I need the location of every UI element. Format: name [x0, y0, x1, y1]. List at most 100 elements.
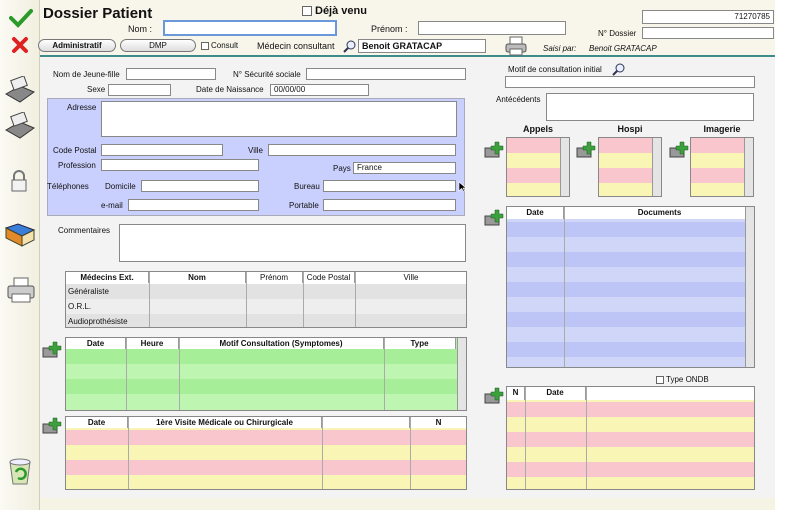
secu-input[interactable] [306, 68, 466, 80]
col-header [586, 387, 754, 400]
documents-scrollbar[interactable] [745, 207, 754, 367]
appels-list[interactable] [506, 137, 570, 197]
nom-jf-input[interactable] [126, 68, 216, 80]
add-ondb-icon[interactable] [483, 386, 504, 404]
consult-checkbox[interactable] [201, 42, 209, 50]
recycle-bin-icon[interactable] [6, 454, 34, 488]
secu-label: N° Sécurité sociale [233, 70, 301, 79]
domicile-input[interactable] [141, 180, 259, 192]
profession-input[interactable] [101, 159, 259, 171]
medecin-value[interactable]: Benoit GRATACAP [358, 39, 486, 53]
portable-input[interactable] [323, 199, 456, 211]
col-divider [322, 417, 323, 489]
dossier-input[interactable] [642, 27, 774, 39]
col-header: Date [66, 338, 126, 349]
hospi-list[interactable] [598, 137, 662, 197]
printer-icon[interactable] [6, 276, 36, 306]
right-margin [775, 0, 798, 510]
footer-band [40, 498, 775, 510]
table-row[interactable] [66, 379, 458, 394]
nom-jf-label: Nom de Jeune-fille [53, 70, 120, 79]
commentaires-input[interactable] [119, 224, 466, 262]
antecedents-input[interactable] [546, 93, 754, 121]
portable-label: Portable [289, 201, 319, 210]
col-divider [384, 338, 385, 410]
dob-input[interactable]: 00/00/00 [270, 84, 369, 96]
email-input[interactable] [128, 199, 259, 211]
motif-input[interactable] [505, 76, 755, 88]
page-title: Dossier Patient [43, 5, 153, 22]
nom-label: Nom : [128, 24, 153, 34]
scanner-icon[interactable] [4, 75, 36, 106]
add-document-icon[interactable] [483, 208, 504, 226]
pays-label: Pays [333, 164, 351, 173]
col-header: Nom [149, 272, 246, 283]
col-header: Type [384, 338, 456, 349]
print-header-icon[interactable] [505, 36, 527, 58]
table-row[interactable] [66, 394, 458, 410]
pays-input[interactable]: France [353, 162, 456, 174]
table-row[interactable]: Généraliste [66, 284, 466, 299]
col-divider [355, 272, 356, 327]
consult-scrollbar[interactable] [457, 338, 466, 410]
row-label: O.R.L. [68, 302, 92, 311]
col-header: N [507, 387, 525, 400]
commentaires-label: Commentaires [58, 226, 111, 235]
hospi-title: Hospi [617, 124, 643, 134]
domicile-label: Domicile [105, 182, 136, 191]
antecedents-label: Antécédents [496, 95, 541, 104]
col-header: Date [66, 417, 128, 428]
appels-scrollbar[interactable] [560, 138, 569, 196]
add-visite-icon[interactable] [41, 416, 62, 434]
imagerie-list[interactable] [690, 137, 754, 197]
book-icon[interactable] [4, 222, 36, 250]
add-hospi-icon[interactable] [575, 140, 596, 158]
col-header: Documents [564, 207, 754, 219]
header-divider [40, 55, 775, 57]
col-header: Ville [355, 272, 466, 283]
administratif-button[interactable]: Administratif [38, 39, 116, 52]
ville-label: Ville [248, 146, 263, 155]
sexe-input[interactable] [108, 84, 171, 96]
col-divider [410, 417, 411, 489]
prenom-input[interactable] [418, 21, 566, 35]
magnifier-icon[interactable] [343, 39, 357, 55]
col-divider [179, 338, 180, 410]
bureau-input[interactable] [323, 180, 456, 192]
col-header: Code Postal [303, 272, 355, 283]
nom-input[interactable] [163, 20, 337, 36]
deja-venu-checkbox[interactable] [302, 6, 312, 16]
consult-table: Date Heure Motif Consultation (Symptomes… [65, 337, 467, 411]
scanner-2-icon[interactable] [4, 111, 36, 142]
cancel-x-icon[interactable] [11, 36, 29, 56]
adresse-input[interactable] [101, 101, 457, 137]
cp-input[interactable] [101, 144, 223, 156]
table-row[interactable] [66, 475, 466, 489]
adresse-label: Adresse [67, 103, 97, 112]
col-header: Date [525, 387, 586, 400]
row-label: Audioprothésiste [68, 317, 128, 326]
col-header: Motif Consultation (Symptomes) [179, 338, 384, 349]
add-imagerie-icon[interactable] [668, 140, 689, 158]
ville-input[interactable] [268, 144, 456, 156]
dmp-button[interactable]: DMP [120, 39, 196, 52]
sexe-label: Sexe [87, 85, 106, 94]
add-consultation-icon[interactable] [41, 340, 62, 358]
table-row[interactable] [66, 349, 458, 364]
table-row[interactable] [66, 460, 466, 475]
col-header: Heure [126, 338, 179, 349]
table-row[interactable] [66, 445, 466, 460]
type-ondb-checkbox[interactable] [656, 376, 664, 384]
table-row[interactable] [66, 364, 458, 379]
add-appel-icon[interactable] [483, 140, 504, 158]
col-header: Prénom [246, 272, 303, 283]
table-row[interactable]: O.R.L. [66, 299, 466, 314]
validate-check-icon[interactable] [9, 8, 33, 30]
hospi-scrollbar[interactable] [652, 138, 661, 196]
table-row[interactable] [66, 430, 466, 445]
lock-icon[interactable] [10, 170, 28, 194]
imagerie-scrollbar[interactable] [744, 138, 753, 196]
table-row[interactable]: Audioprothésiste [66, 314, 466, 327]
col-divider [586, 387, 587, 489]
dossier-number: 71270785 [642, 10, 774, 24]
